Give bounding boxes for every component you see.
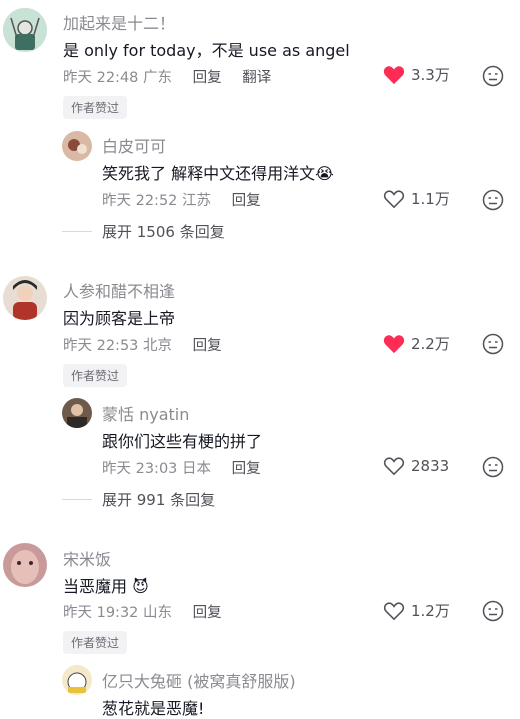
author-liked-badge: 作者赞过 — [63, 96, 128, 119]
reply-button[interactable]: 回复 — [193, 70, 222, 86]
comment-text: 当恶魔用 😈 — [63, 577, 149, 596]
author-liked-badge: 作者赞过 — [63, 631, 128, 654]
expand-replies-button[interactable]: 展开 1506 条回复 — [62, 221, 225, 242]
dislike-face-icon[interactable] — [482, 600, 504, 622]
comment-author[interactable]: 宋米饭 — [63, 546, 111, 570]
comment-meta: 昨天 22:53 北京 回复 — [63, 334, 222, 355]
expand-replies-button[interactable]: 展开 991 条回复 — [62, 489, 215, 510]
reply-button[interactable]: 回复 — [232, 193, 261, 209]
like-count: 3.3万 — [411, 66, 450, 84]
reply-text: 跟你们这些有梗的拼了 — [102, 432, 263, 451]
devil-emoji-icon: 😈 — [132, 577, 149, 596]
heart-outline-icon — [383, 189, 405, 208]
avatar[interactable] — [3, 8, 47, 52]
divider — [62, 499, 92, 500]
reply-author[interactable]: 亿只大兔砸 (被窝真舒服版) — [102, 668, 296, 692]
like-count: 2.2万 — [411, 335, 450, 353]
comment-time: 昨天 22:53 — [63, 338, 139, 354]
avatar[interactable] — [62, 665, 92, 695]
comment-location: 广东 — [143, 70, 173, 86]
avatar-figure-icon — [3, 8, 47, 52]
avatar[interactable] — [3, 543, 47, 587]
like-button[interactable]: 1.1万 — [383, 188, 450, 209]
comment-author[interactable]: 人参和醋不相逢 — [63, 278, 175, 302]
like-count: 1.2万 — [411, 602, 450, 620]
avatar[interactable] — [3, 276, 47, 320]
comment-meta: 昨天 22:48 广东 回复 翻译 — [63, 66, 271, 87]
avatar-food-icon — [62, 131, 92, 161]
reply-day: 昨天 — [102, 193, 131, 209]
expand-replies-label: 展开 1506 条回复 — [102, 223, 225, 241]
avatar-photo-icon — [62, 398, 92, 428]
dislike-face-icon[interactable] — [482, 456, 504, 478]
like-count: 2833 — [411, 457, 450, 475]
comment-location: 北京 — [143, 338, 173, 354]
like-button[interactable]: 3.3万 — [383, 64, 450, 85]
comment-author[interactable]: 加起来是十二！ — [63, 10, 175, 34]
comment-text: 因为顾客是上帝 — [63, 309, 176, 328]
reply-time: 昨天 23:03 — [102, 461, 178, 477]
comment-time: 昨天 19:32 — [63, 605, 139, 621]
dislike-face-icon[interactable] — [482, 189, 504, 211]
comment-text: 是 only for today，不是 use as angel — [63, 41, 350, 60]
reply-location: 江苏 — [182, 193, 212, 209]
reply-author[interactable]: 蒙恬 nyatin — [102, 401, 189, 425]
reply-button[interactable]: 回复 — [232, 461, 261, 477]
comment-location: 山东 — [143, 605, 173, 621]
avatar[interactable] — [62, 398, 92, 428]
reply-meta: 昨天 22:52 江苏 回复 — [102, 189, 261, 210]
heart-outline-icon — [383, 601, 405, 620]
reply-location: 日本 — [182, 461, 212, 477]
crying-emoji-icon: 😭 — [315, 164, 334, 183]
like-button[interactable]: 2833 — [383, 456, 449, 476]
avatar-portrait-icon — [3, 276, 47, 320]
like-button[interactable]: 2.2万 — [383, 333, 450, 354]
like-count: 1.1万 — [411, 190, 450, 208]
heart-outline-icon — [383, 457, 405, 476]
comment-time: 昨天 22:48 — [63, 70, 139, 86]
comment-meta: 昨天 19:32 山东 回复 — [63, 601, 222, 622]
reply-button[interactable]: 回复 — [193, 338, 222, 354]
reply-time: 22:52 — [135, 193, 178, 209]
reply-text: 笑死我了 解释中文还得用洋文😭 — [102, 164, 334, 183]
reply-meta: 昨天 23:03 日本 回复 — [102, 457, 261, 478]
reply-button[interactable]: 回复 — [193, 605, 222, 621]
reply-text: 葱花就是恶魔! — [102, 699, 205, 718]
like-button[interactable]: 1.2万 — [383, 600, 450, 621]
avatar-face-icon — [3, 543, 47, 587]
dislike-face-icon[interactable] — [482, 333, 504, 355]
author-liked-badge: 作者赞过 — [63, 364, 128, 387]
heart-icon — [383, 334, 405, 353]
expand-replies-label: 展开 991 条回复 — [102, 491, 216, 509]
heart-icon — [383, 65, 405, 84]
dislike-face-icon[interactable] — [482, 65, 504, 87]
translate-button[interactable]: 翻译 — [242, 70, 271, 86]
avatar[interactable] — [62, 131, 92, 161]
reply-author[interactable]: 白皮可可 — [102, 133, 166, 157]
divider — [62, 231, 92, 232]
avatar-bunny-icon — [62, 665, 92, 695]
